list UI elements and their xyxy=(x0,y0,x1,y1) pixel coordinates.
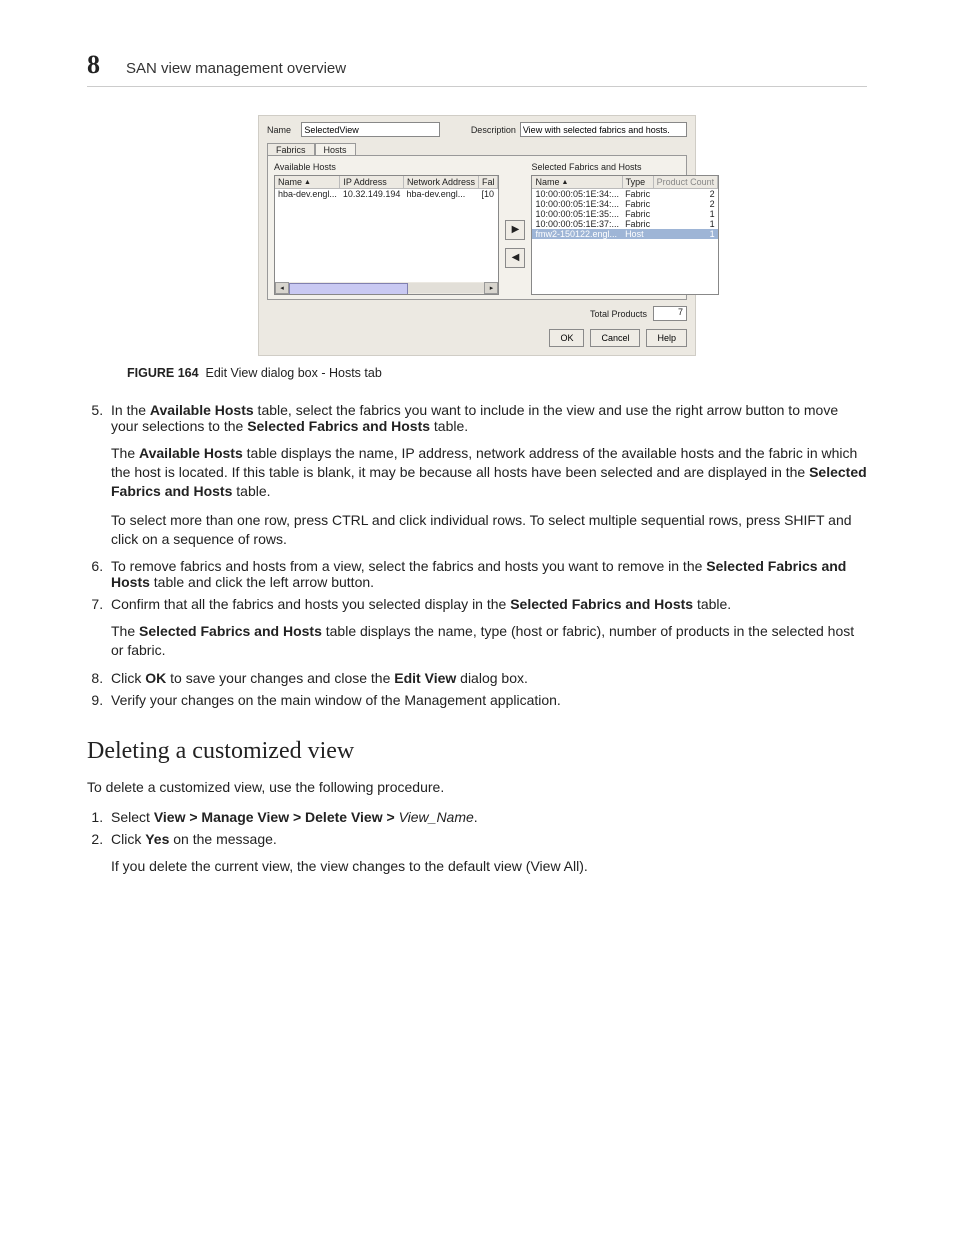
table-row[interactable]: 10:00:00:05:1E:37:...Fabric1 xyxy=(532,219,717,229)
ok-button[interactable]: OK xyxy=(549,329,584,347)
total-products-value: 7 xyxy=(653,306,687,321)
help-button[interactable]: Help xyxy=(646,329,687,347)
tab-fabrics[interactable]: Fabrics xyxy=(267,143,315,155)
delete-steps-list: Select View > Manage View > Delete View … xyxy=(107,809,867,876)
total-products-label: Total Products xyxy=(590,309,647,319)
edit-view-dialog: Name Description Fabrics Hosts Available… xyxy=(258,115,696,356)
cancel-button[interactable]: Cancel xyxy=(590,329,640,347)
table-row[interactable]: 10:00:00:05:1E:34:...Fabric2 xyxy=(532,199,717,209)
table-row[interactable]: 10:00:00:05:1E:35:...Fabric1 xyxy=(532,209,717,219)
step-6: To remove fabrics and hosts from a view,… xyxy=(107,558,867,590)
delete-step-2: Click Yes on the message. If you delete … xyxy=(107,831,867,876)
move-left-button[interactable]: ◀ xyxy=(505,248,525,268)
selected-table[interactable]: Name▲ Type Product Count 10:00:00:05:1E:… xyxy=(531,175,719,295)
chapter-title: SAN view management overview xyxy=(126,60,346,77)
tab-hosts[interactable]: Hosts xyxy=(315,143,356,155)
sort-icon: ▲ xyxy=(304,179,311,186)
scroll-right-icon[interactable]: ▸ xyxy=(484,282,498,294)
table-row[interactable]: fmw2-150122.engl...Host1 xyxy=(532,229,717,239)
col-type[interactable]: Type xyxy=(622,176,653,189)
table-row[interactable]: 10:00:00:05:1E:34:...Fabric2 xyxy=(532,189,717,200)
description-input[interactable] xyxy=(520,122,687,137)
col-name[interactable]: Name▲ xyxy=(532,176,622,189)
chapter-number: 8 xyxy=(87,50,100,80)
name-input[interactable] xyxy=(301,122,440,137)
section-intro: To delete a customized view, use the fol… xyxy=(87,779,867,795)
col-ip[interactable]: IP Address xyxy=(340,176,404,189)
col-netaddr[interactable]: Network Address xyxy=(403,176,478,189)
name-label: Name xyxy=(267,125,297,135)
delete-step-1: Select View > Manage View > Delete View … xyxy=(107,809,867,825)
horizontal-scrollbar[interactable]: ◂ ▸ xyxy=(275,282,498,294)
table-row[interactable]: hba-dev.engl...10.32.149.194hba-dev.engl… xyxy=(275,189,498,200)
step-8: Click OK to save your changes and close … xyxy=(107,670,867,686)
scroll-left-icon[interactable]: ◂ xyxy=(275,282,289,294)
available-hosts-title: Available Hosts xyxy=(274,162,499,172)
available-hosts-table[interactable]: Name▲ IP Address Network Address Fal hba… xyxy=(274,175,499,295)
col-name[interactable]: Name▲ xyxy=(275,176,340,189)
figure-caption: FIGURE 164 Edit View dialog box - Hosts … xyxy=(127,366,867,380)
sort-icon: ▲ xyxy=(562,179,569,186)
step-7: Confirm that all the fabrics and hosts y… xyxy=(107,596,867,660)
move-right-button[interactable]: ▶ xyxy=(505,220,525,240)
description-label: Description xyxy=(471,125,516,135)
steps-list: In the Available Hosts table, select the… xyxy=(107,402,867,708)
section-heading-deleting-view: Deleting a customized view xyxy=(87,738,867,765)
col-fabric[interactable]: Fal xyxy=(478,176,498,189)
step-9: Verify your changes on the main window o… xyxy=(107,692,867,708)
col-count[interactable]: Product Count xyxy=(653,176,718,189)
selected-title: Selected Fabrics and Hosts xyxy=(531,162,719,172)
scroll-thumb[interactable] xyxy=(289,283,408,295)
page-header: 8 SAN view management overview xyxy=(87,50,867,87)
step-5: In the Available Hosts table, select the… xyxy=(107,402,867,548)
